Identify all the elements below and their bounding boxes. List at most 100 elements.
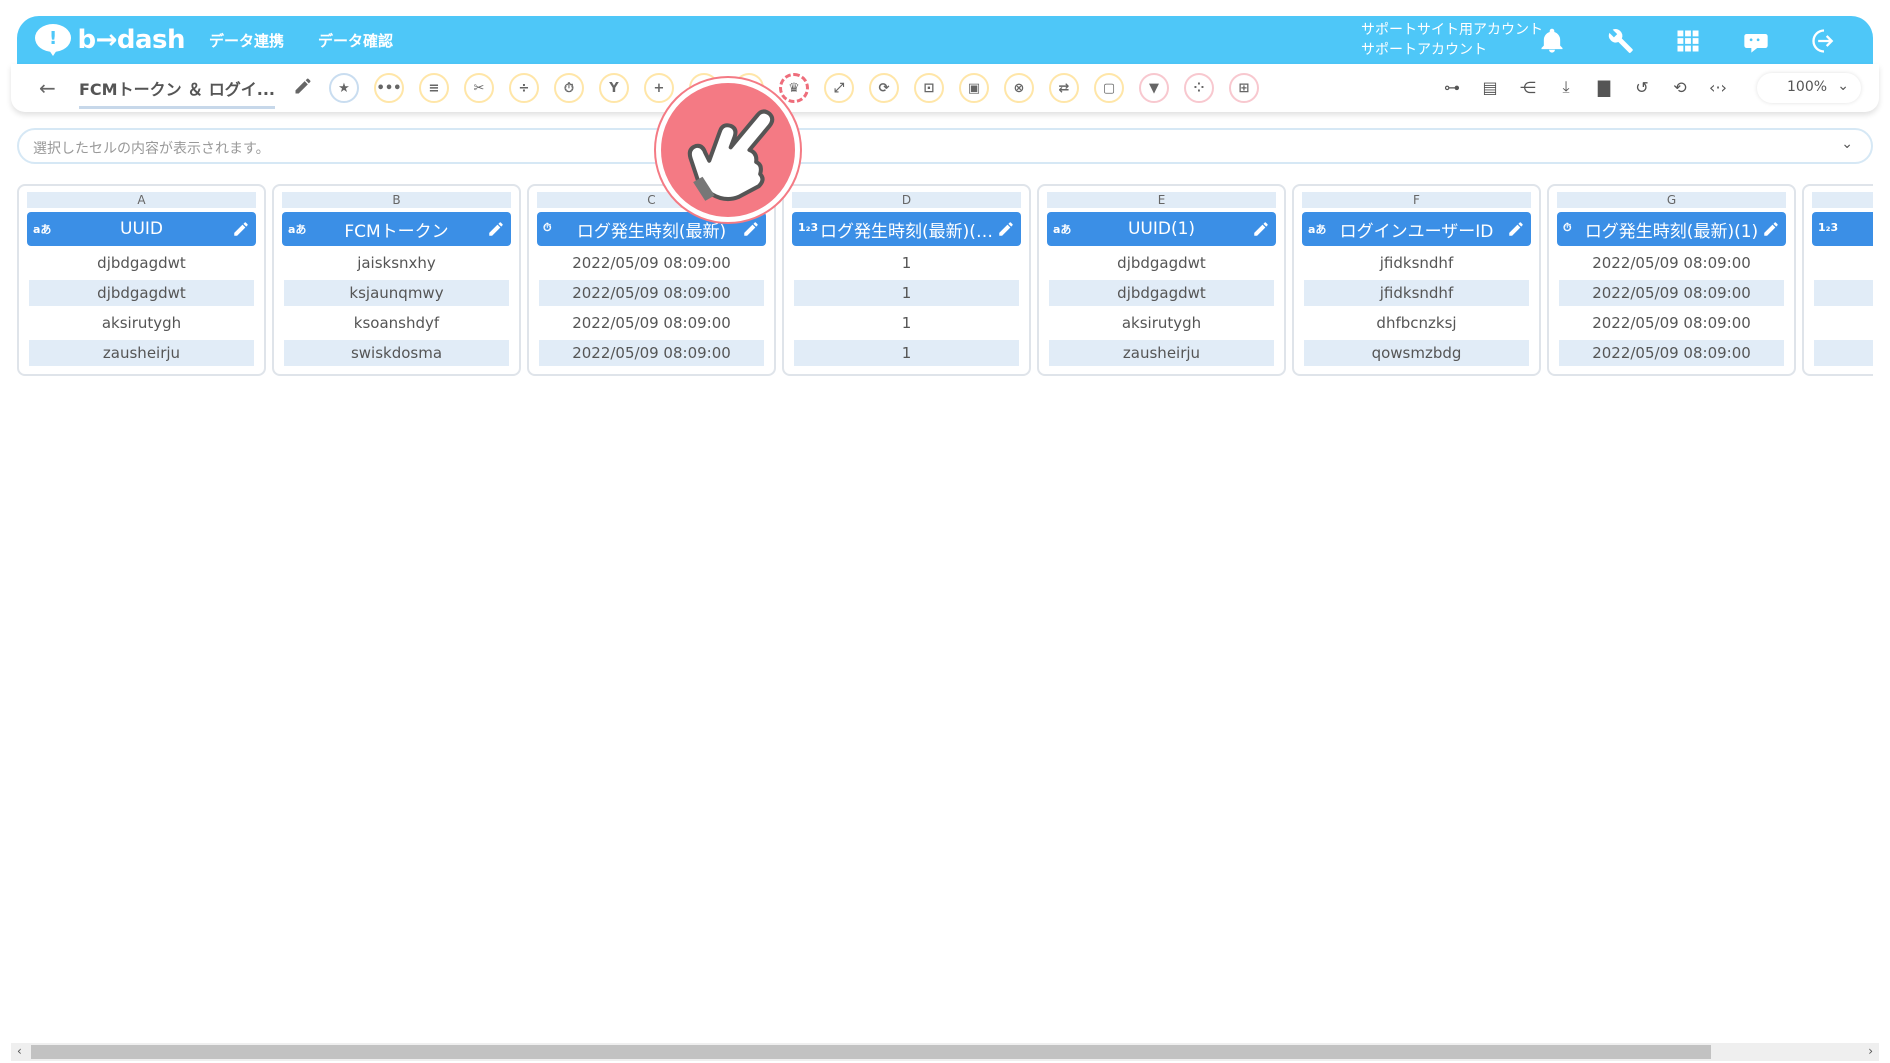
share-icon[interactable]: ⋲ [1517,76,1539,98]
edit-column-icon[interactable] [232,220,250,238]
timer-tool-icon[interactable]: ⏱ [554,73,584,103]
clipboard-icon[interactable]: ▤ [1479,76,1501,98]
table-cell[interactable]: 2022/05/09 08:09:00 [1559,340,1784,366]
back-arrow-icon[interactable]: ← [39,76,56,100]
table-cell[interactable] [1814,280,1873,306]
lock-tool-icon[interactable]: ⊡ [914,73,944,103]
list-tool-icon[interactable]: ≡ [419,73,449,103]
table-cell[interactable]: 2022/05/09 08:09:00 [539,310,764,336]
column-letter[interactable]: E [1047,192,1276,208]
bell-icon[interactable] [1533,22,1571,60]
column-header[interactable]: aあ UUID(1) [1047,212,1276,246]
column-f[interactable]: Faあ ログインユーザーID jfidksndhf jfidksndhf dhfbcnz… [1292,184,1541,376]
star-tool-icon[interactable]: ★ [329,73,359,103]
edit-column-icon[interactable] [742,220,760,238]
table-cell[interactable]: djbdgagdwt [29,280,254,306]
table-cell[interactable]: 2022/05/09 08:09:00 [1559,250,1784,276]
edit-column-icon[interactable] [1762,220,1780,238]
refresh-doc-icon[interactable]: ⟲ [1669,76,1691,98]
table-cell[interactable]: jfidksndhf [1304,250,1529,276]
column-letter[interactable]: G [1557,192,1786,208]
table-cell[interactable]: zausheirju [29,340,254,366]
edit-column-icon[interactable] [487,220,505,238]
table-cell[interactable]: aksirutygh [1049,310,1274,336]
account-info[interactable]: サポートサイト用アカウント サポートアカウント [1361,20,1543,60]
table-cell[interactable]: 1 [794,280,1019,306]
table-cell[interactable]: 1 [794,310,1019,336]
scissors-tool-icon[interactable]: ✂ [464,73,494,103]
column-partial[interactable]: 1₂3ログ発 [1802,184,1873,376]
expand-tool-icon[interactable]: ⤢ [824,73,854,103]
edit-column-icon[interactable] [1507,220,1525,238]
table-cell[interactable]: 2022/05/09 08:09:00 [539,250,764,276]
column-header[interactable]: 1₂3 ログ発生時刻(最新)(… [792,212,1021,246]
branch-tool-icon[interactable]: Y [599,73,629,103]
table-cell[interactable]: swiskdosma [284,340,509,366]
column-header[interactable]: 1₂3ログ発 [1812,212,1873,246]
code-icon[interactable]: ‹·› [1707,76,1729,98]
chevron-down-icon[interactable]: ⌄ [1841,136,1853,152]
column-e[interactable]: Eaあ UUID(1) djbdgagdwt djbdgagdwt aksirutygh… [1037,184,1286,376]
column-header[interactable]: aあ UUID [27,212,256,246]
logout-icon[interactable] [1805,22,1843,60]
cell-content-bar[interactable]: 選択したセルの内容が表示されます。 ⌄ [17,128,1873,164]
table-cell[interactable]: djbdgagdwt [1049,280,1274,306]
column-letter[interactable]: F [1302,192,1531,208]
apps-grid-icon[interactable] [1669,22,1707,60]
table-cell[interactable]: qowsmzbdg [1304,340,1529,366]
horizontal-scrollbar[interactable]: ‹ › [11,1043,1879,1061]
edit-column-icon[interactable] [997,220,1015,238]
column-header[interactable]: aあ ログインユーザーID [1302,212,1531,246]
dots-tool-icon[interactable]: ⁘ [1184,73,1214,103]
trash-icon[interactable]: ▇ [1593,76,1615,98]
nav-data-check[interactable]: データ確認 [318,30,393,51]
table-cell[interactable]: dhfbcnzksj [1304,310,1529,336]
column-header[interactable]: ⏱ ログ発生時刻(最新)(1) [1557,212,1786,246]
chat-bot-icon[interactable] [1737,22,1775,60]
table-cell[interactable]: 1 [794,250,1019,276]
table-cell[interactable]: 1 [794,340,1019,366]
column-letter[interactable]: B [282,192,511,208]
grid-tool-icon[interactable]: ⊞ [1229,73,1259,103]
edit-column-icon[interactable] [1252,220,1270,238]
cancel-tool-icon[interactable]: ⊗ [1004,73,1034,103]
table-cell[interactable]: ksjaunqmwy [284,280,509,306]
replace-tool-icon[interactable]: ⇄ [1049,73,1079,103]
table-cell[interactable]: jfidksndhf [1304,280,1529,306]
table-cell[interactable]: zausheirju [1049,340,1274,366]
nav-data-integration[interactable]: データ連携 [209,30,284,51]
repeat-tool-icon[interactable]: ⟳ [869,73,899,103]
filter-tool-icon[interactable]: ▼ [1139,73,1169,103]
zoom-select[interactable]: 100% ⌄ [1757,73,1861,103]
table-cell[interactable]: djbdgagdwt [1049,250,1274,276]
more-tool-icon[interactable]: ••• [374,73,404,103]
edit-name-icon[interactable] [293,76,313,96]
scroll-left-icon[interactable]: ‹ [17,1044,22,1058]
download-icon[interactable]: ⤓ [1555,76,1577,98]
column-a[interactable]: Aaあ UUID djbdgagdwt djbdgagdwt aksirutygh zau… [17,184,266,376]
table-cell[interactable]: jaisksnxhy [284,250,509,276]
table-cell[interactable]: djbdgagdwt [29,250,254,276]
bdash-logo[interactable]: ! b→dash [35,24,185,56]
flow-icon[interactable]: ⊶ [1441,76,1463,98]
column-letter[interactable]: D [792,192,1021,208]
column-b[interactable]: Baあ FCMトークン jaisksnxhy ksjaunqmwy ksoanshdyf… [272,184,521,376]
table-cell[interactable]: ksoanshdyf [284,310,509,336]
column-letter[interactable] [1812,192,1873,208]
column-header[interactable]: aあ FCMトークン [282,212,511,246]
column-d[interactable]: D 1₂3 ログ発生時刻(最新)(… 1 1 1 1 [782,184,1031,376]
box-tool-icon[interactable]: ▣ [959,73,989,103]
table-cell[interactable] [1814,340,1873,366]
workflow-name[interactable]: FCMトークン ＆ ログイ... [79,76,275,109]
wrench-icon[interactable] [1601,22,1639,60]
table-cell[interactable]: aksirutygh [29,310,254,336]
column-g[interactable]: G ⏱ ログ発生時刻(最新)(1) 2022/05/09 08:09:00 2022/0… [1547,184,1796,376]
table-cell[interactable]: 2022/05/09 08:09:00 [539,280,764,306]
column-letter[interactable]: A [27,192,256,208]
table-cell[interactable] [1814,310,1873,336]
scroll-thumb[interactable] [31,1045,1711,1059]
history-icon[interactable]: ↺ [1631,76,1653,98]
table-cell[interactable] [1814,250,1873,276]
calc-tool-icon[interactable]: ÷ [509,73,539,103]
scroll-right-icon[interactable]: › [1868,1044,1873,1058]
